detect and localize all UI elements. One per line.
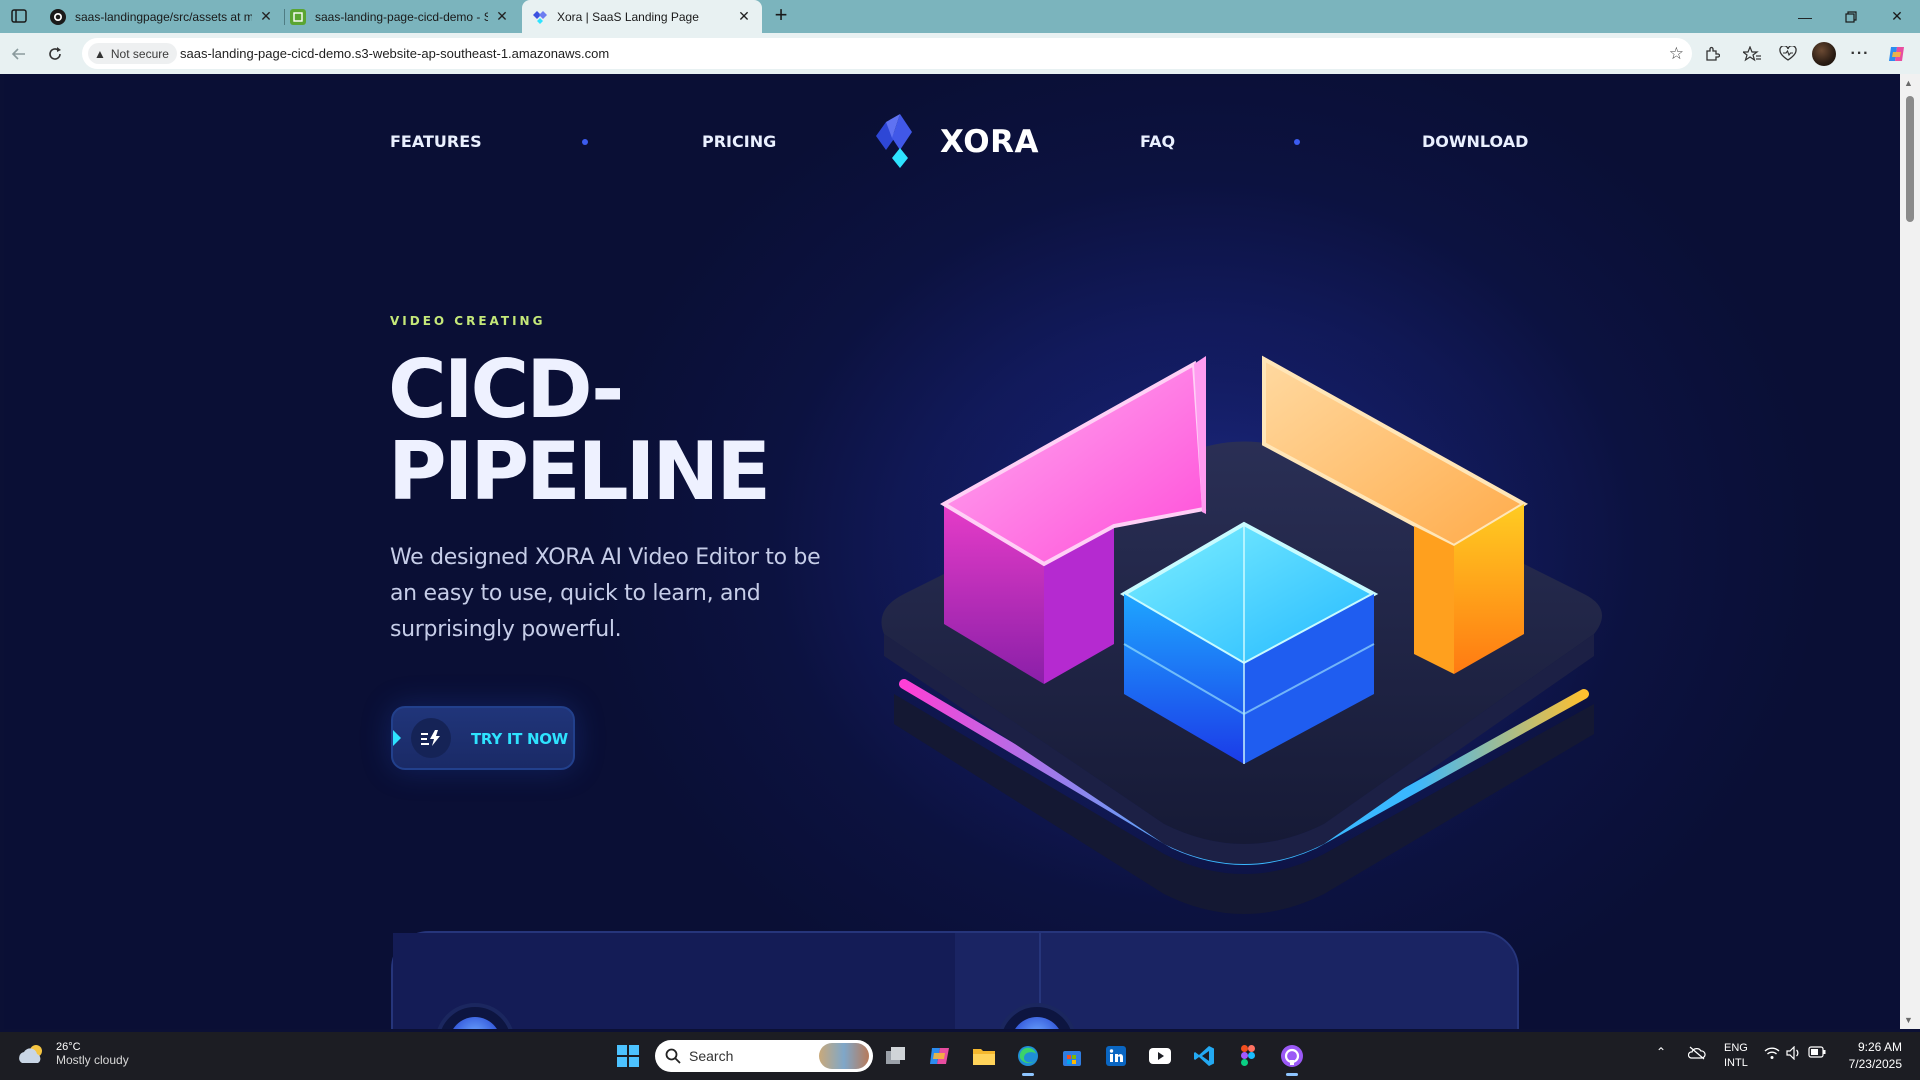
security-indicator[interactable]: ▲ Not secure	[88, 43, 177, 64]
keyboard-layout: INTL	[1724, 1057, 1748, 1069]
cta-pointer-icon	[393, 730, 401, 746]
minimize-button[interactable]: —	[1782, 0, 1828, 33]
github-desktop-icon[interactable]	[1276, 1040, 1308, 1076]
try-it-now-button[interactable]: TRY IT NOW	[391, 706, 575, 770]
browser-tab-xora[interactable]: Xora | SaaS Landing Page ✕	[522, 0, 762, 33]
linkedin-icon[interactable]	[1100, 1040, 1132, 1072]
warning-icon: ▲	[94, 46, 106, 61]
hero-eyebrow: VIDEO CREATING	[390, 314, 546, 328]
security-label: Not secure	[110, 46, 169, 61]
back-icon[interactable]	[7, 42, 31, 66]
browser-essentials-icon[interactable]	[1775, 41, 1801, 67]
s3-bucket-icon	[290, 8, 306, 25]
copilot-app-icon[interactable]	[924, 1040, 956, 1072]
search-icon	[665, 1048, 681, 1064]
tab-title: Xora | SaaS Landing Page	[557, 9, 699, 24]
hero-title: CICD- PIPELINE	[388, 343, 771, 518]
more-options-icon[interactable]: ···	[1847, 41, 1873, 67]
url-text[interactable]: saas-landing-page-cicd-demo.s3-website-a…	[180, 46, 609, 61]
weather-temperature: 26°C	[56, 1041, 81, 1053]
close-tab-icon[interactable]: ✕	[258, 8, 274, 25]
input-language-indicator[interactable]: ENG INTL	[1724, 1041, 1748, 1071]
brand-name: XORA	[940, 124, 1040, 160]
clock-date: 7/23/2025	[1848, 1057, 1902, 1071]
features-card	[391, 931, 1519, 1029]
nav-separator-dot	[582, 139, 588, 145]
new-tab-button[interactable]: +	[768, 3, 794, 29]
scroll-up-icon[interactable]: ▲	[1904, 78, 1913, 88]
microsoft-store-icon[interactable]	[1056, 1040, 1088, 1072]
hero-title-line: PIPELINE	[388, 425, 771, 518]
nav-features-link[interactable]: FEATURES	[390, 132, 482, 151]
tab-title: saas-landingpage/src/assets at m	[75, 9, 252, 24]
nav-separator-dot	[1294, 139, 1300, 145]
browser-tab-bar: saas-landingpage/src/assets at m ✕ saas-…	[0, 0, 1920, 33]
wifi-icon[interactable]	[1764, 1046, 1780, 1063]
close-tab-icon[interactable]: ✕	[494, 8, 510, 25]
hero-description: We designed XORA AI Video Editor to be a…	[390, 545, 821, 642]
refresh-icon[interactable]	[43, 42, 67, 66]
landing-page: FEATURES PRICING XORA FAQ DOWNLOAD VIDEO…	[4, 74, 1900, 1029]
browser-toolbar: ▲ Not secure saas-landing-page-cicd-demo…	[0, 33, 1920, 74]
battery-icon[interactable]	[1808, 1046, 1826, 1061]
file-explorer-icon[interactable]	[968, 1040, 1000, 1072]
nav-pricing-link[interactable]: PRICING	[702, 132, 776, 151]
scrollbar-thumb[interactable]	[1906, 96, 1914, 222]
browser-tab-s3[interactable]: saas-landing-page-cicd-demo - S ✕	[280, 0, 520, 33]
search-highlight-image	[819, 1043, 869, 1069]
scroll-down-icon[interactable]: ▼	[1904, 1015, 1913, 1025]
copilot-icon[interactable]	[1884, 41, 1910, 67]
zap-list-icon	[411, 718, 451, 758]
browser-tab-github[interactable]: saas-landingpage/src/assets at m ✕	[40, 0, 284, 33]
favorite-star-icon[interactable]: ☆	[1669, 44, 1684, 64]
xora-logo-icon	[876, 114, 912, 168]
page-scrollbar[interactable]: ▲ ▼	[1900, 74, 1920, 1029]
windows-taskbar: 26°C Mostly cloudy Search ⌃ ENG INTL 9:2…	[0, 1032, 1920, 1080]
favorites-icon[interactable]	[1739, 41, 1765, 67]
address-bar[interactable]: ▲ Not secure saas-landing-page-cicd-demo…	[82, 38, 1692, 69]
nav-download-link[interactable]: DOWNLOAD	[1422, 132, 1528, 151]
task-view-icon[interactable]	[880, 1040, 912, 1072]
weather-description: Mostly cloudy	[56, 1053, 129, 1067]
close-window-button[interactable]: ✕	[1874, 0, 1920, 33]
tab-actions-icon[interactable]	[8, 6, 30, 26]
clock-time: 9:26 AM	[1857, 1040, 1902, 1054]
cta-label: TRY IT NOW	[471, 730, 568, 748]
hero-3d-illustration	[864, 324, 1624, 924]
search-placeholder: Search	[689, 1048, 734, 1064]
vscode-icon[interactable]	[1188, 1040, 1220, 1072]
windows-start-icon[interactable]	[612, 1040, 644, 1072]
volume-icon[interactable]	[1786, 1045, 1802, 1063]
hero-title-line: CICD-	[388, 343, 624, 436]
system-clock[interactable]: 9:26 AM 7/23/2025	[1849, 1039, 1902, 1073]
restore-button[interactable]	[1828, 0, 1874, 33]
tab-title: saas-landing-page-cicd-demo - S	[315, 9, 488, 24]
extensions-icon[interactable]	[1699, 41, 1725, 67]
xora-icon	[532, 9, 548, 25]
show-hidden-icons-chevron[interactable]: ⌃	[1656, 1045, 1666, 1059]
close-tab-icon[interactable]: ✕	[736, 8, 752, 25]
taskbar-search-box[interactable]: Search	[655, 1040, 873, 1072]
onedrive-offline-icon[interactable]	[1687, 1046, 1706, 1063]
language-code: ENG	[1724, 1042, 1748, 1054]
xora-logo[interactable]: XORA	[872, 114, 1039, 170]
figma-icon[interactable]	[1232, 1040, 1264, 1072]
nav-faq-link[interactable]: FAQ	[1140, 132, 1175, 151]
github-icon	[50, 8, 66, 25]
profile-avatar[interactable]	[1811, 41, 1837, 67]
edge-browser-icon[interactable]	[1012, 1040, 1044, 1076]
weather-widget[interactable]: 26°C Mostly cloudy	[16, 1041, 129, 1067]
cloud-icon	[16, 1043, 46, 1065]
youtube-icon[interactable]	[1144, 1040, 1176, 1072]
